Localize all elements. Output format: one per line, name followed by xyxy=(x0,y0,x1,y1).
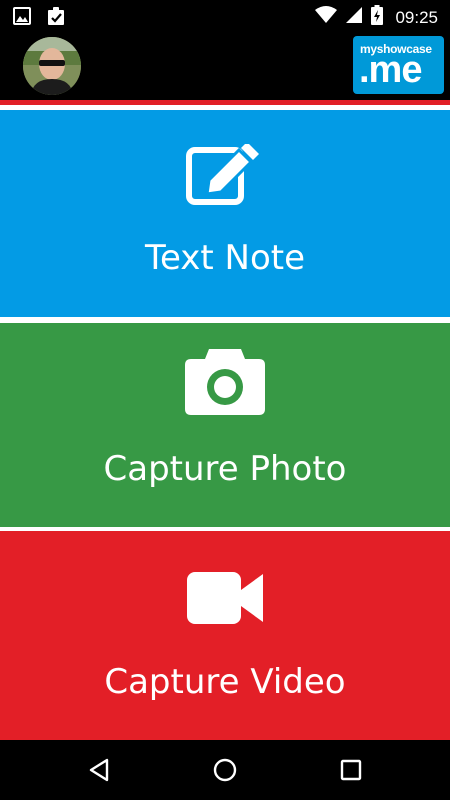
camera-icon xyxy=(183,345,267,422)
capture-photo-label: Capture Photo xyxy=(103,449,347,489)
user-avatar[interactable] xyxy=(23,37,81,95)
screen: 09:25 myshowcase .me Text Note Capture P… xyxy=(0,0,450,800)
image-icon xyxy=(12,6,32,31)
navigation-bar xyxy=(0,740,450,800)
video-camera-icon xyxy=(185,570,265,631)
status-bar: 09:25 xyxy=(0,0,450,33)
recents-icon[interactable] xyxy=(338,757,364,783)
capture-video-button[interactable]: Capture Video xyxy=(0,534,450,740)
text-note-label: Text Note xyxy=(144,238,306,278)
home-icon[interactable] xyxy=(212,757,238,783)
status-time: 09:25 xyxy=(395,7,438,27)
clipboard-check-icon xyxy=(46,6,66,31)
text-note-button[interactable]: Text Note xyxy=(0,110,450,317)
capture-video-label: Capture Video xyxy=(104,662,346,702)
app-header: myshowcase .me xyxy=(0,33,450,100)
signal-icon xyxy=(345,6,363,29)
capture-photo-button[interactable]: Capture Photo xyxy=(0,323,450,527)
edit-note-icon xyxy=(185,142,265,213)
myshowcase-logo[interactable]: myshowcase .me xyxy=(353,36,444,94)
battery-charging-icon xyxy=(371,5,384,30)
logo-main-text: .me xyxy=(359,49,422,91)
wifi-icon xyxy=(315,6,338,29)
back-icon[interactable] xyxy=(87,757,113,783)
